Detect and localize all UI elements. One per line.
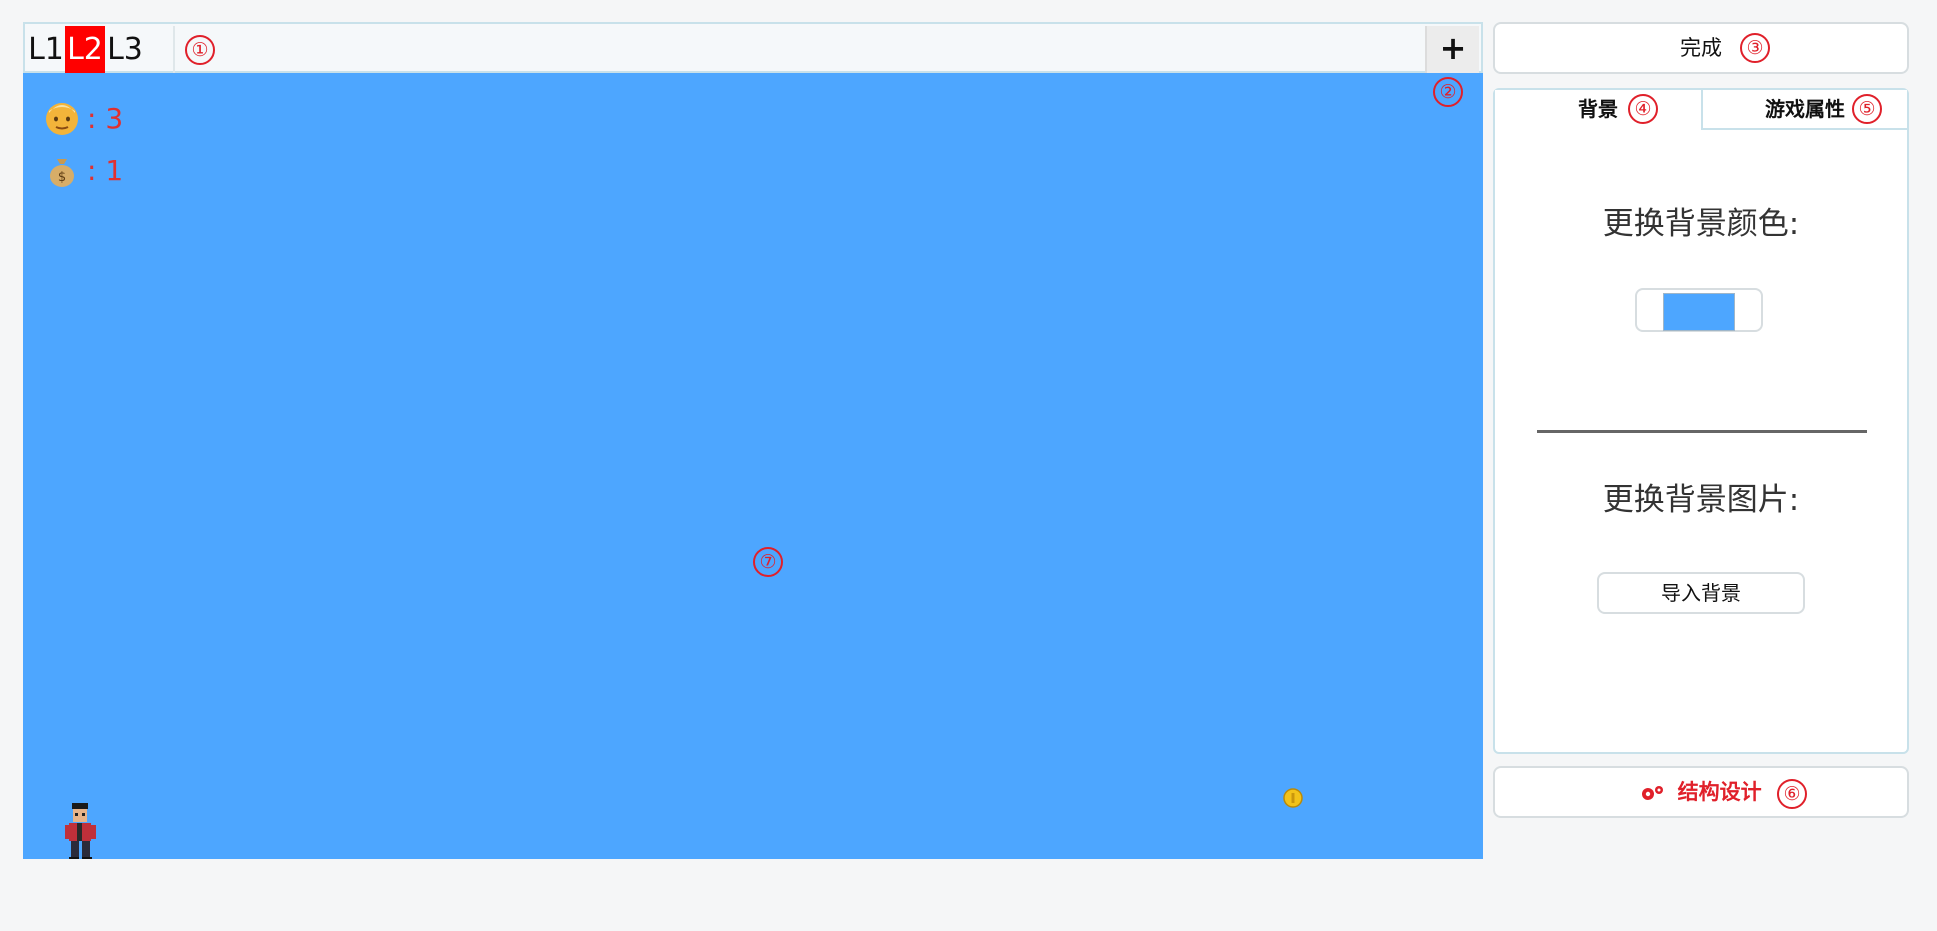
tab-divider [173, 26, 175, 73]
annotation-marker-4: ④ [1628, 94, 1658, 124]
coins-value: : 1 [87, 153, 124, 187]
import-background-button[interactable]: 导入背景 [1597, 572, 1805, 614]
change-image-title: 更换背景图片: [1602, 482, 1800, 518]
money-bag-icon: $ [50, 159, 74, 187]
import-background-label: 导入背景 [1661, 581, 1741, 605]
structure-design-button[interactable]: 结构设计 [1493, 766, 1909, 818]
done-label: 完成 [1680, 36, 1722, 60]
tab-game-properties-label: 游戏属性 [1765, 97, 1845, 121]
background-color-picker[interactable] [1635, 288, 1763, 332]
color-swatch [1663, 293, 1735, 331]
level-tab-bar: L1 L2 L3 + [23, 22, 1483, 73]
svg-text:$: $ [58, 170, 66, 185]
change-color-title: 更换背景颜色: [1602, 206, 1800, 242]
lives-value: : 3 [87, 101, 124, 135]
properties-panel: 背景 游戏属性 更换背景颜色: 更换背景图片: 导入背景 [1493, 88, 1909, 754]
annotation-marker-6: ⑥ [1777, 779, 1807, 809]
annotation-marker-5: ⑤ [1852, 94, 1882, 124]
coins-counter: $ : 1 [43, 151, 123, 189]
annotation-marker-2: ② [1433, 77, 1463, 107]
structure-design-label: 结构设计 [1677, 780, 1762, 804]
lives-counter: : 3 [43, 99, 123, 137]
done-button[interactable]: 完成 [1493, 22, 1909, 74]
add-level-button[interactable]: + [1425, 26, 1479, 73]
section-divider [1537, 430, 1867, 433]
player-character[interactable] [63, 801, 99, 859]
coin-icon[interactable] [1283, 788, 1303, 808]
annotation-marker-1: ① [185, 35, 215, 65]
level-tab-l2[interactable]: L2 [65, 26, 105, 73]
level-editor: L1 L2 L3 + : 3 $ : 1 ⑦ ① ② [23, 22, 1483, 908]
face-icon [46, 103, 78, 135]
tab-background[interactable]: 背景 [1495, 90, 1701, 130]
annotation-marker-3: ③ [1740, 33, 1770, 63]
annotation-marker-7: ⑦ [753, 547, 783, 577]
level-tab-l1[interactable]: L1 [27, 26, 65, 73]
gears-icon [1642, 786, 1664, 800]
tab-background-label: 背景 [1578, 97, 1618, 121]
game-canvas[interactable]: : 3 $ : 1 ⑦ [23, 73, 1483, 859]
level-tab-l3[interactable]: L3 [105, 26, 145, 73]
